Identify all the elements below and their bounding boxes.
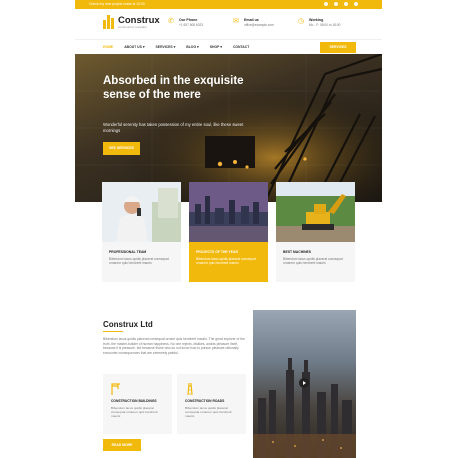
- building-logo-icon: [103, 15, 115, 29]
- nav-item-contact[interactable]: CONTACT: [233, 45, 249, 49]
- nav-item-shop[interactable]: SHOP ▾: [210, 45, 222, 49]
- service-title: CONSTRUCTION BUILDINGS: [111, 399, 157, 403]
- feature-card-team[interactable]: PROFESSIONAL TEAM Bibendum lacus quidis …: [102, 182, 181, 282]
- feature-card-projects[interactable]: PROJECTS OF THE YEAR Bibendum lacus quid…: [189, 182, 268, 282]
- services-button[interactable]: SERVICES: [320, 42, 356, 53]
- service-title: CONSTRUCTION ROADS: [185, 399, 225, 403]
- top-bar-promo: Check my new project make at 10:00: [89, 2, 145, 6]
- worker-image: [102, 182, 181, 242]
- nav-item-home[interactable]: HOME: [103, 45, 113, 49]
- logo-tagline: construction template: [118, 25, 147, 29]
- service-card-buildings[interactable]: CONSTRUCTION BUILDINGS Bibendum lacus qu…: [103, 374, 172, 434]
- logo-name: Construx: [118, 14, 160, 26]
- logo[interactable]: Construx construction template: [103, 15, 160, 29]
- read-more-button[interactable]: READ MORE: [103, 439, 141, 451]
- service-text: Bibendum lacus quidis placerat consequat…: [185, 406, 232, 419]
- service-text: Bibendum lacus quidis placerat consequat…: [111, 406, 158, 419]
- feature-card-text: Bibendum lacus quidis placerat consequat…: [283, 257, 343, 266]
- feature-card-title: BEST MACHINES: [283, 250, 312, 254]
- twitter-icon[interactable]: [334, 2, 338, 6]
- road-icon: [185, 382, 195, 396]
- about-title-underline: [103, 331, 123, 332]
- youtube-icon[interactable]: [344, 2, 348, 6]
- feature-card-machines[interactable]: BEST MACHINES Bibendum lacus quidis plac…: [276, 182, 355, 282]
- phone-value: +1 657 608 6023: [179, 23, 204, 27]
- feature-cards: PROFESSIONAL TEAM Bibendum lacus quidis …: [102, 182, 355, 282]
- about-text: Bibendum lacus quidis placerat consequat…: [103, 337, 245, 355]
- city-skyline-image: [189, 182, 268, 242]
- header-email: ✉ Email us office@example.com: [233, 18, 274, 27]
- linkedin-icon[interactable]: [354, 2, 358, 6]
- envelope-icon: ✉: [233, 18, 239, 25]
- header-hours: ◷ Working Mo - F: 08:00 to 18:00: [298, 18, 340, 27]
- email-value[interactable]: office@example.com: [244, 23, 274, 27]
- header-phone: ✆ Our Phone +1 657 608 6023: [168, 18, 203, 27]
- crane-icon: [111, 382, 121, 395]
- hero-banner: Absorbed in the exquisite sense of the m…: [75, 54, 382, 202]
- phone-icon: ✆: [168, 18, 174, 25]
- phone-title: Our Phone: [179, 18, 198, 22]
- main-nav: HOME ABOUT US ▾ SERVICES ▾ BLOG ▾ SHOP ▾…: [75, 39, 382, 55]
- hours-value: Mo - F: 08:00 to 18:00: [309, 23, 341, 27]
- excavator-image: [276, 182, 355, 242]
- header: Construx construction template ✆ Our Pho…: [75, 9, 382, 39]
- hours-title: Working: [309, 18, 324, 22]
- city-video-thumbnail[interactable]: [253, 310, 356, 458]
- play-icon[interactable]: [299, 378, 309, 388]
- feature-card-text: Bibendum lacus quidis placerat consequat…: [109, 257, 169, 266]
- facebook-icon[interactable]: [324, 2, 328, 6]
- feature-card-title: PROJECTS OF THE YEAR: [196, 250, 238, 254]
- feature-card-text: Bibendum lacus quidis placerat consequat…: [196, 257, 256, 266]
- hero-title: Absorbed in the exquisite sense of the m…: [103, 75, 244, 101]
- nav-item-about[interactable]: ABOUT US ▾: [124, 45, 144, 49]
- top-bar: Check my new project make at 10:00: [75, 0, 382, 9]
- page: Check my new project make at 10:00 Const…: [75, 0, 382, 458]
- nav-item-services[interactable]: SERVICES ▾: [156, 45, 176, 49]
- nav-item-blog[interactable]: BLOG ▾: [186, 45, 198, 49]
- about-title: Construx Ltd: [103, 320, 153, 329]
- email-title: Email us: [244, 18, 259, 22]
- feature-card-title: PROFESSIONAL TEAM: [109, 250, 147, 254]
- hero-subtitle: Wonderful serenity has taken possession …: [103, 122, 244, 133]
- service-card-roads[interactable]: CONSTRUCTION ROADS Bibendum lacus quidis…: [177, 374, 246, 434]
- see-services-button[interactable]: SEE SERVICES: [103, 142, 140, 155]
- clock-icon: ◷: [298, 18, 305, 25]
- social-links: [324, 2, 358, 6]
